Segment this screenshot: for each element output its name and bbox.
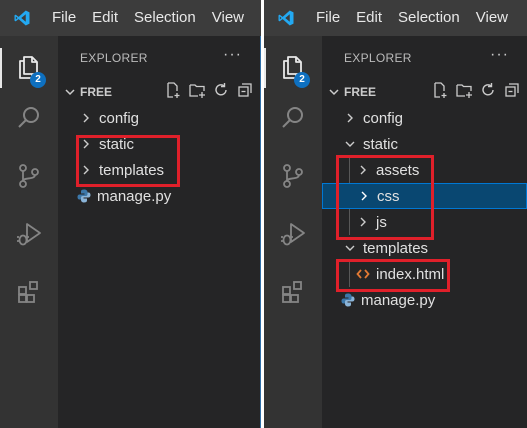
menu-file[interactable]: File	[308, 0, 348, 36]
explorer-title: EXPLORER	[344, 51, 412, 65]
workspace-title: FREE	[344, 85, 377, 99]
tree-item-config[interactable]: config	[322, 105, 527, 131]
python-file-icon	[76, 188, 92, 204]
menu-bar: File Edit Selection View	[44, 0, 252, 36]
activity-bar: 2	[0, 36, 58, 428]
explorer-title: EXPLORER	[80, 51, 148, 65]
chevron-right-icon	[342, 110, 358, 126]
tree-item-label: static	[363, 135, 399, 153]
tree-item-label: manage.py	[361, 291, 436, 309]
menu-edit[interactable]: Edit	[84, 0, 126, 36]
highlight-box	[336, 155, 434, 240]
run-debug-icon	[279, 220, 307, 253]
notification-badge: 2	[294, 72, 310, 88]
highlight-box	[76, 135, 180, 187]
chevron-down-icon	[328, 86, 340, 98]
chevron-down-icon	[342, 240, 358, 256]
explorer-sidebar: EXPLORER ··· FREE config static template…	[58, 36, 261, 428]
explorer-activity-button[interactable]: 2	[0, 44, 58, 92]
right-window: File Edit Selection View 2 EXPLORER ··· …	[264, 0, 527, 428]
source-control-activity-button[interactable]	[264, 154, 322, 202]
tree-item-label: templates	[363, 239, 429, 257]
source-control-activity-button[interactable]	[0, 154, 58, 202]
extensions-activity-button[interactable]	[264, 270, 322, 318]
source-control-icon	[15, 162, 43, 195]
python-file-icon	[340, 292, 356, 308]
vscode-logo-icon	[0, 0, 44, 36]
highlight-box	[336, 259, 450, 292]
source-control-icon	[279, 162, 307, 195]
chevron-right-icon	[78, 110, 94, 126]
tree-item-label: config	[99, 109, 140, 127]
extensions-icon	[279, 278, 307, 311]
tree-item-static[interactable]: static	[322, 131, 527, 157]
refresh-icon[interactable]	[212, 81, 230, 104]
notification-badge: 2	[30, 72, 46, 88]
search-activity-button[interactable]	[0, 96, 58, 144]
left-window: File Edit Selection View 2 EXPLORER ··· …	[0, 0, 261, 428]
workspace-title: FREE	[80, 85, 113, 99]
menu-edit[interactable]: Edit	[348, 0, 390, 36]
new-folder-icon[interactable]	[455, 81, 473, 104]
tree-item-config[interactable]: config	[58, 105, 260, 131]
new-file-icon[interactable]	[164, 81, 182, 104]
new-file-icon[interactable]	[431, 81, 449, 104]
extensions-icon	[15, 278, 43, 311]
extensions-activity-button[interactable]	[0, 270, 58, 318]
menu-bar: File Edit Selection View	[308, 0, 516, 36]
run-debug-activity-button[interactable]	[264, 212, 322, 260]
title-bar: File Edit Selection View	[264, 0, 527, 36]
explorer-activity-button[interactable]: 2	[264, 44, 322, 92]
activity-bar: 2	[264, 36, 322, 428]
run-debug-icon	[15, 220, 43, 253]
new-folder-icon[interactable]	[188, 81, 206, 104]
search-icon	[279, 104, 307, 137]
tree-item-label: config	[363, 109, 404, 127]
menu-selection[interactable]: Selection	[126, 0, 204, 36]
refresh-icon[interactable]	[479, 81, 497, 104]
menu-view[interactable]: View	[468, 0, 516, 36]
workspace-section-header[interactable]: FREE	[58, 80, 260, 104]
search-activity-button[interactable]	[264, 96, 322, 144]
search-icon	[15, 104, 43, 137]
chevron-down-icon	[342, 136, 358, 152]
menu-selection[interactable]: Selection	[390, 0, 468, 36]
run-debug-activity-button[interactable]	[0, 212, 58, 260]
menu-view[interactable]: View	[204, 0, 252, 36]
workspace-section-header[interactable]: FREE	[322, 80, 527, 104]
menu-file[interactable]: File	[44, 0, 84, 36]
collapse-all-icon[interactable]	[236, 81, 254, 104]
more-actions-button[interactable]: ···	[223, 46, 242, 64]
section-actions	[164, 80, 254, 104]
title-bar: File Edit Selection View	[0, 0, 261, 36]
chevron-down-icon	[64, 86, 76, 98]
section-actions	[431, 80, 521, 104]
tree-item-label: manage.py	[97, 187, 172, 205]
collapse-all-icon[interactable]	[503, 81, 521, 104]
vscode-logo-icon	[264, 0, 308, 36]
more-actions-button[interactable]: ···	[490, 46, 509, 64]
